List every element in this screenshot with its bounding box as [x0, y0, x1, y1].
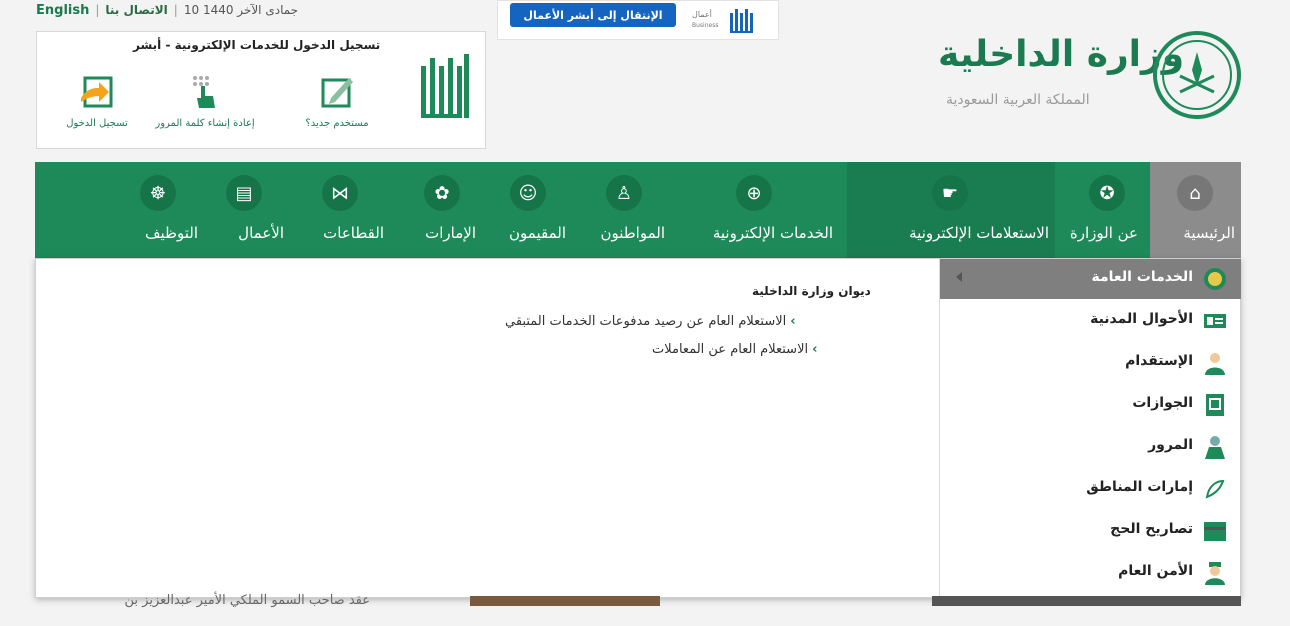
category-label: الأحوال المدنية [1090, 311, 1193, 327]
login-action[interactable]: تسجيل الدخول [47, 72, 147, 129]
nav-label: الأعمال [238, 224, 284, 242]
category-label: الأمن العام [1118, 563, 1193, 579]
absher-business-logo-icon[interactable]: أعمال Business [690, 5, 760, 35]
nav-residents[interactable]: ☺ المقيمون [488, 162, 570, 258]
link-label: الاستعلام العام عن المعاملات [652, 342, 809, 357]
briefcase-icon: ▤ [226, 175, 262, 211]
nav-employment[interactable]: ☸ التوظيف [120, 162, 210, 258]
id-card-icon [1204, 314, 1226, 328]
language-switch-link[interactable]: English [36, 3, 89, 18]
nav-e-services[interactable]: ⊕ الخدمات الإلكترونية [677, 162, 847, 258]
svg-text:أعمال: أعمال [692, 9, 712, 19]
go-to-absher-business-button[interactable]: الإنتقال إلى أبشر الأعمال [510, 3, 676, 27]
residents-icon: ☺ [510, 175, 546, 211]
main-nav: ⌂ الرئيسية ✪ عن الوزارة ☛ الاستعلامات ال… [35, 162, 1241, 258]
login-actions: مستخدم جديد؟ إعادة إنشاء كلمة المرور تسج… [47, 72, 407, 142]
news-image[interactable] [932, 596, 1241, 606]
login-icon [81, 76, 113, 108]
globe-icon: ⊕ [736, 175, 772, 211]
category-label: الإستقدام [1125, 353, 1193, 369]
new-user-action[interactable]: مستخدم جديد؟ [287, 72, 387, 129]
category-label: الجوازات [1132, 395, 1193, 411]
nav-label: الاستعلامات الإلكترونية [909, 224, 1049, 242]
saudi-emblem-icon[interactable] [1152, 30, 1242, 120]
nav-sectors[interactable]: ⋈ القطاعات [298, 162, 396, 258]
ministry-title[interactable]: وزارة الداخلية [938, 34, 1184, 75]
password-reset-label: إعادة إنشاء كلمة المرور [155, 118, 255, 129]
nav-label: القطاعات [323, 224, 384, 242]
nav-emirates[interactable]: ✿ الإمارات [396, 162, 488, 258]
emirates-icon: ✿ [424, 175, 460, 211]
nav-home[interactable]: ⌂ الرئيسية [1150, 162, 1241, 258]
inquiry-link-transactions[interactable]: ›الاستعلام العام عن المعاملات [652, 342, 817, 357]
worker-icon [1205, 353, 1225, 375]
category-regions-emirates[interactable]: إمارات المناطق [940, 469, 1241, 509]
password-reset-icon [193, 76, 215, 108]
kaaba-icon [1204, 522, 1226, 541]
contact-link[interactable]: الاتصال بنا [105, 3, 167, 17]
business-banner: الإنتقال إلى أبشر الأعمال أعمال Business [497, 0, 779, 40]
new-user-label: مستخدم جديد؟ [305, 118, 369, 129]
svg-text:Business: Business [692, 22, 718, 29]
nav-label: الخدمات الإلكترونية [712, 224, 833, 242]
ministry-emblem-icon: ✪ [1089, 175, 1125, 211]
login-title: تسجيل الدخول للخدمات الإلكترونية - أبشر [133, 38, 381, 52]
login-label: تسجيل الدخول [66, 118, 128, 129]
nav-label: الإمارات [425, 224, 476, 242]
chevron-right-icon: › [790, 314, 796, 329]
category-passports[interactable]: الجوازات [940, 385, 1241, 425]
password-reset-action[interactable]: إعادة إنشاء كلمة المرور [155, 72, 255, 129]
category-label: إمارات المناطق [1086, 479, 1193, 495]
category-traffic[interactable]: المرور [940, 427, 1241, 467]
top-strip: English | الاتصال بنا | 10 جمادى الآخر 1… [36, 0, 298, 20]
regions-icon [1205, 479, 1225, 499]
category-civil-affairs[interactable]: الأحوال المدنية [940, 301, 1241, 341]
category-label: المرور [1148, 437, 1193, 453]
sectors-icon: ⋈ [322, 175, 358, 211]
nav-citizens[interactable]: ♙ المواطنون [570, 162, 677, 258]
news-snippet[interactable]: عقد صاحب السمو الملكي الأمير عبدالعزيز ب… [40, 590, 370, 612]
category-hajj-permits[interactable]: تصاريح الحج [940, 511, 1241, 551]
inquiry-link-remaining-balance[interactable]: ›الاستعلام العام عن رصيد مدفوعات الخدمات… [505, 314, 796, 329]
traffic-icon [1205, 436, 1225, 459]
nav-label: التوظيف [144, 224, 198, 242]
link-label: الاستعلام العام عن رصيد مدفوعات الخدمات … [505, 314, 787, 329]
nav-label: المواطنون [600, 224, 665, 242]
inquiry-categories-list: الخدمات العامة الأحوال المدنية الإستقدام… [939, 259, 1241, 597]
citizen-icon: ♙ [606, 175, 642, 211]
employment-icon: ☸ [140, 175, 176, 211]
absher-login-box: تسجيل الدخول للخدمات الإلكترونية - أبشر … [36, 31, 486, 149]
nav-label: الرئيسية [1183, 224, 1235, 242]
absher-logo-icon [421, 54, 469, 118]
globe-hand-icon: ☛ [932, 175, 968, 211]
police-icon [1205, 562, 1225, 585]
new-user-icon [321, 78, 353, 108]
chevron-right-icon: › [812, 342, 818, 357]
category-label: الخدمات العامة [1091, 269, 1193, 285]
hijri-date: 10 جمادى الآخر 1440 [183, 3, 299, 17]
passport-icon [1206, 394, 1224, 416]
category-label: تصاريح الحج [1110, 521, 1193, 537]
caret-left-icon [956, 272, 962, 282]
category-recruitment[interactable]: الإستقدام [940, 343, 1241, 383]
home-icon: ⌂ [1177, 175, 1213, 211]
divider: | [95, 3, 100, 17]
nav-e-inquiries[interactable]: ☛ الاستعلامات الإلكترونية [847, 162, 1055, 258]
category-public-security[interactable]: الأمن العام [940, 553, 1241, 593]
ministry-subtitle: المملكة العربية السعودية [946, 92, 1090, 108]
inquiries-dropdown: الخدمات العامة الأحوال المدنية الإستقدام… [35, 258, 1241, 598]
banner-image[interactable] [470, 596, 660, 606]
category-general-services[interactable]: الخدمات العامة [940, 259, 1241, 299]
divider: | [173, 3, 178, 17]
nav-label: عن الوزارة [1069, 224, 1138, 242]
emblem-icon [1204, 268, 1226, 290]
section-title: ديوان وزارة الداخلية [752, 284, 871, 298]
nav-about-ministry[interactable]: ✪ عن الوزارة [1055, 162, 1150, 258]
nav-label: المقيمون [509, 224, 566, 242]
nav-business[interactable]: ▤ الأعمال [210, 162, 298, 258]
